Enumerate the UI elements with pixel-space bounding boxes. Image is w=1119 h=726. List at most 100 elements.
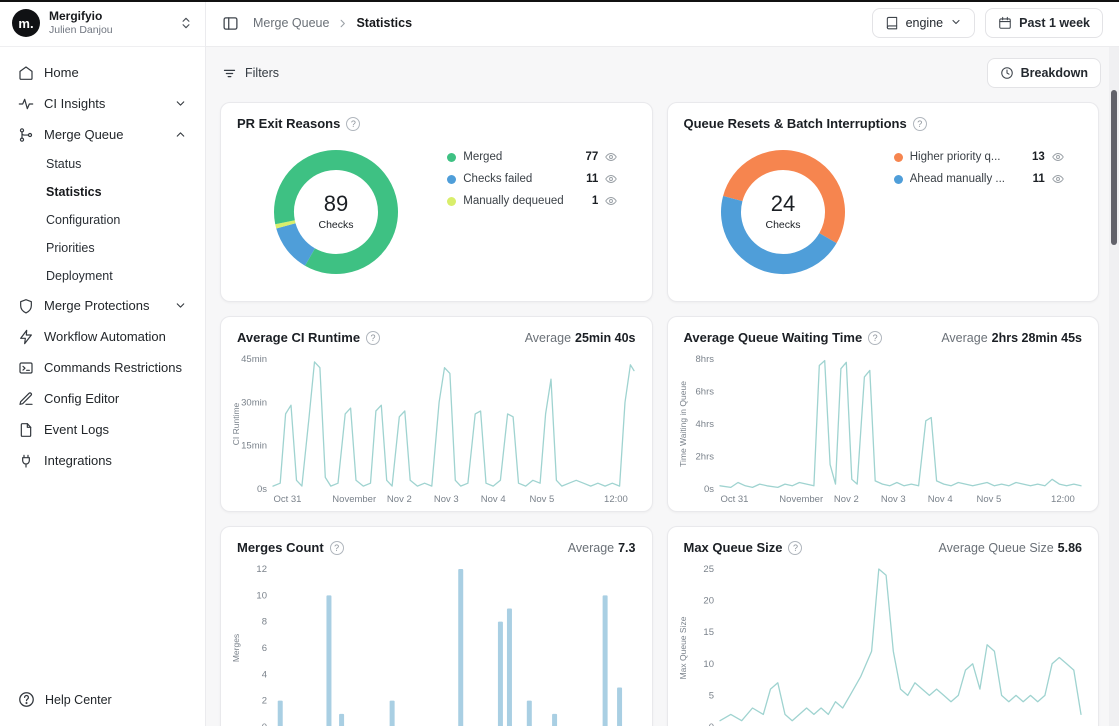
svg-text:6: 6	[262, 643, 267, 654]
card-title: Average Queue Waiting Time	[684, 330, 863, 345]
help-icon[interactable]: ?	[346, 117, 360, 131]
pr-exit-donut-chart[interactable]: 89Checks	[261, 137, 411, 287]
window-top-edge	[0, 0, 1119, 2]
sidebar-item-event-logs[interactable]: Event Logs	[10, 414, 195, 445]
main-area: Merge Queue Statistics engine Past 1 wee…	[206, 0, 1119, 726]
eye-icon[interactable]	[1052, 151, 1064, 163]
svg-text:24: 24	[771, 191, 795, 216]
filters-button[interactable]: Filters	[222, 66, 279, 81]
legend-dot	[447, 153, 456, 162]
svg-text:0: 0	[262, 722, 267, 726]
svg-text:0s: 0s	[703, 484, 713, 495]
card-max-queue-size: Max Queue Size ? Average Queue Size5.86 …	[667, 526, 1100, 726]
integrations-icon	[18, 453, 34, 469]
sidebar-item-label: Statistics	[46, 185, 102, 199]
legend-item-ahead-manually[interactable]: Ahead manually ... 11	[894, 173, 1064, 185]
help-icon[interactable]: ?	[913, 117, 927, 131]
sidebar-item-configuration[interactable]: Configuration	[10, 206, 195, 234]
calendar-icon	[998, 16, 1012, 30]
queue-resets-legend: Higher priority q... 13 Ahead manually .…	[894, 151, 1064, 185]
org-switcher-icon[interactable]	[179, 16, 193, 30]
ci-runtime-line-chart[interactable]: 45min30min15min0sOct 31NovemberNov 2Nov …	[227, 351, 642, 510]
card-average: Average Queue Size5.86	[939, 541, 1082, 555]
time-range-button[interactable]: Past 1 week	[985, 8, 1103, 38]
legend-value: 77	[582, 151, 598, 163]
sidebar-item-merge-protections[interactable]: Merge Protections	[10, 290, 195, 321]
legend-dot	[894, 153, 903, 162]
average-value: 5.86	[1058, 541, 1082, 555]
help-icon[interactable]: ?	[366, 331, 380, 345]
svg-text:10: 10	[256, 590, 267, 601]
eye-icon[interactable]	[1052, 173, 1064, 185]
breadcrumb-merge-queue[interactable]: Merge Queue	[253, 16, 329, 30]
sidebar-item-deployment[interactable]: Deployment	[10, 262, 195, 290]
breadcrumb: Merge Queue Statistics	[253, 16, 412, 30]
user-name: Julien Danjou	[49, 24, 113, 37]
pencil-icon	[18, 391, 34, 407]
help-icon[interactable]: ?	[868, 331, 882, 345]
svg-text:25: 25	[703, 564, 714, 575]
svg-text:4hrs: 4hrs	[695, 419, 714, 430]
help-center-link[interactable]: Help Center	[0, 675, 205, 726]
sidebar-item-commands-restrictions[interactable]: Commands Restrictions	[10, 352, 195, 383]
merges-count-bar-chart[interactable]: 121086420Oct 31NovemberNov 2Nov 3Nov 4No…	[227, 561, 642, 726]
legend-item-checks-failed[interactable]: Checks failed 11	[447, 173, 617, 185]
scrollbar-thumb[interactable]	[1111, 90, 1117, 245]
sidebar-toggle-button[interactable]	[222, 15, 239, 32]
sidebar-item-status[interactable]: Status	[10, 150, 195, 178]
sidebar-item-integrations[interactable]: Integrations	[10, 445, 195, 476]
home-icon	[18, 65, 34, 81]
org-switcher[interactable]: m. Mergifyio Julien Danjou	[0, 0, 205, 47]
sidebar-item-ci-insights[interactable]: CI Insights	[10, 88, 195, 119]
legend-label: Merged	[463, 151, 575, 163]
card-merges-count: Merges Count ? Average7.3 121086420Oct 3…	[220, 526, 653, 726]
shield-icon	[18, 298, 34, 314]
logo-glyph: m.	[18, 16, 33, 31]
legend-value: 11	[1029, 173, 1045, 185]
max-queue-line-chart[interactable]: 2520151050Oct 31NovemberNov 2Nov 3Nov 4N…	[674, 561, 1089, 726]
svg-text:6hrs: 6hrs	[695, 387, 714, 398]
chevron-down-icon	[174, 299, 187, 312]
card-queue-resets: Queue Resets & Batch Interruptions ? 24C…	[667, 102, 1100, 302]
breakdown-button[interactable]: Breakdown	[987, 58, 1101, 88]
svg-text:20: 20	[703, 596, 714, 607]
ci-insights-icon	[18, 96, 34, 112]
queue-waiting-line-chart[interactable]: 8hrs6hrs4hrs2hrs0sOct 31NovemberNov 2Nov…	[674, 351, 1089, 510]
card-pr-exit-reasons: PR Exit Reasons ? 89Checks Merged 77 Che…	[220, 102, 653, 302]
sidebar-nav: Home CI Insights Merge Queue Status Stat…	[0, 47, 205, 675]
legend-item-higher-priority[interactable]: Higher priority q... 13	[894, 151, 1064, 163]
help-icon[interactable]: ?	[330, 541, 344, 555]
legend-label: Higher priority q...	[910, 151, 1022, 163]
filters-label: Filters	[245, 66, 279, 80]
svg-text:15: 15	[703, 627, 714, 638]
breakdown-label: Breakdown	[1021, 66, 1088, 80]
eye-icon[interactable]	[605, 151, 617, 163]
sidebar-item-priorities[interactable]: Priorities	[10, 234, 195, 262]
legend-item-merged[interactable]: Merged 77	[447, 151, 617, 163]
sidebar-item-workflow-automation[interactable]: Workflow Automation	[10, 321, 195, 352]
svg-text:Max Queue Size: Max Queue Size	[678, 616, 688, 679]
sidebar-item-merge-queue[interactable]: Merge Queue	[10, 119, 195, 150]
svg-text:0: 0	[708, 722, 713, 726]
svg-text:12: 12	[256, 564, 267, 575]
svg-text:8hrs: 8hrs	[695, 354, 714, 365]
svg-text:CI Runtime: CI Runtime	[231, 402, 241, 445]
help-icon[interactable]: ?	[788, 541, 802, 555]
card-ci-runtime: Average CI Runtime ? Average25min 40s 45…	[220, 316, 653, 512]
eye-icon[interactable]	[605, 195, 617, 207]
eye-icon[interactable]	[605, 173, 617, 185]
svg-text:15min: 15min	[241, 441, 267, 452]
clock-icon	[1000, 66, 1014, 80]
sidebar-item-statistics[interactable]: Statistics	[10, 178, 195, 206]
repository-select[interactable]: engine	[872, 8, 976, 38]
svg-text:89: 89	[324, 191, 348, 216]
legend-item-manually-dequeued[interactable]: Manually dequeued 1	[447, 195, 617, 207]
sidebar: m. Mergifyio Julien Danjou Home CI Insig…	[0, 0, 206, 726]
svg-text:2hrs: 2hrs	[695, 452, 714, 463]
sidebar-item-home[interactable]: Home	[10, 57, 195, 88]
sidebar-item-config-editor[interactable]: Config Editor	[10, 383, 195, 414]
svg-text:November: November	[332, 494, 376, 505]
average-label: Average	[525, 331, 571, 345]
sidebar-item-label: Home	[44, 65, 79, 80]
queue-resets-donut-chart[interactable]: 24Checks	[708, 137, 858, 287]
